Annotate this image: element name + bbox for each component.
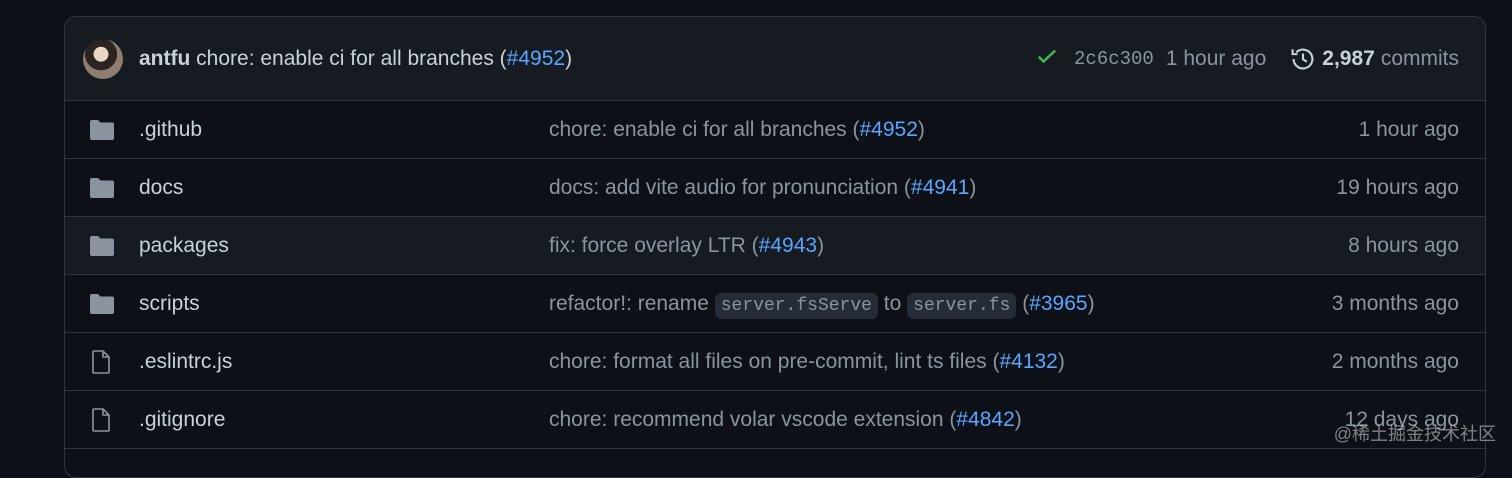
file-commit-message: refactor!: rename server.fsServe to serv… bbox=[549, 291, 1095, 319]
watermark: @稀土掘金技术社区 bbox=[1333, 424, 1496, 444]
file-row[interactable]: packages fix: force overlay LTR (#4943) … bbox=[65, 217, 1485, 275]
commit-message-end: ) bbox=[565, 46, 573, 70]
msg-end: ) bbox=[1014, 407, 1022, 431]
msg-text[interactable]: fix: force overlay LTR ( bbox=[549, 234, 759, 257]
file-name[interactable]: .eslintrc.js bbox=[139, 350, 232, 374]
avatar[interactable] bbox=[83, 38, 123, 79]
msg-text[interactable]: ( bbox=[1016, 292, 1029, 315]
file-icon bbox=[89, 349, 115, 374]
check-icon[interactable] bbox=[1036, 45, 1058, 73]
msg-end: ) bbox=[817, 233, 825, 257]
folder-icon bbox=[89, 177, 115, 199]
file-browser: antfu chore: enable ci for all branches … bbox=[64, 16, 1486, 478]
file-commit-message: chore: format all files on pre-commit, l… bbox=[549, 350, 1065, 374]
file-time: 2 months ago bbox=[1331, 349, 1459, 373]
file-time: 8 hours ago bbox=[1348, 233, 1459, 257]
inline-code[interactable]: server.fs bbox=[907, 292, 1017, 319]
msg-text[interactable]: refactor!: rename bbox=[549, 292, 715, 315]
folder-icon bbox=[89, 119, 115, 141]
latest-commit-message: antfu chore: enable ci for all branches … bbox=[139, 47, 572, 71]
msg-end: ) bbox=[917, 117, 925, 141]
file-name[interactable]: .github bbox=[139, 118, 202, 142]
history-icon[interactable] bbox=[1290, 46, 1316, 72]
commit-count[interactable]: 2,987 bbox=[1322, 47, 1375, 71]
commits-label[interactable]: commits bbox=[1381, 47, 1459, 71]
latest-commit-bar: antfu chore: enable ci for all branches … bbox=[65, 17, 1485, 101]
pr-link[interactable]: #3965 bbox=[1029, 292, 1087, 315]
inline-code[interactable]: server.fsServe bbox=[714, 292, 878, 319]
msg-end: ) bbox=[1057, 349, 1065, 373]
file-name[interactable]: scripts bbox=[139, 292, 200, 316]
msg-end: ) bbox=[969, 175, 977, 199]
file-row[interactable]: docs docs: add vite audio for pronunciat… bbox=[65, 159, 1485, 217]
file-icon bbox=[89, 407, 115, 432]
msg-text[interactable]: chore: format all files on pre-commit, l… bbox=[549, 350, 999, 373]
file-row[interactable]: .eslintrc.js chore: format all files on … bbox=[65, 333, 1485, 391]
file-time: 19 hours ago bbox=[1336, 175, 1459, 199]
pr-link[interactable]: #4943 bbox=[759, 234, 817, 257]
pr-link[interactable]: #4941 bbox=[911, 176, 969, 199]
file-commit-message: chore: recommend volar vscode extension … bbox=[549, 408, 1022, 432]
file-commit-message: chore: enable ci for all branches (#4952… bbox=[549, 118, 925, 142]
pr-link[interactable]: #4952 bbox=[860, 118, 918, 141]
file-time: 1 hour ago bbox=[1358, 117, 1459, 141]
file-name[interactable]: docs bbox=[139, 176, 183, 200]
file-commit-message: fix: force overlay LTR (#4943) bbox=[549, 234, 824, 258]
commit-pr-link[interactable]: #4952 bbox=[507, 47, 565, 70]
msg-text[interactable]: to bbox=[878, 292, 907, 315]
commit-time[interactable]: 1 hour ago bbox=[1166, 47, 1266, 71]
msg-text[interactable]: docs: add vite audio for pronunciation ( bbox=[549, 176, 911, 199]
pr-link[interactable]: #4842 bbox=[956, 408, 1014, 431]
msg-text[interactable]: chore: recommend volar vscode extension … bbox=[549, 408, 956, 431]
file-row[interactable]: .github chore: enable ci for all branche… bbox=[65, 101, 1485, 159]
file-commit-message: docs: add vite audio for pronunciation (… bbox=[549, 176, 976, 200]
msg-end: ) bbox=[1087, 291, 1095, 315]
file-row[interactable]: .gitignore chore: recommend volar vscode… bbox=[65, 391, 1485, 449]
pr-link[interactable]: #4132 bbox=[999, 350, 1057, 373]
msg-text[interactable]: chore: enable ci for all branches ( bbox=[549, 118, 860, 141]
commit-author[interactable]: antfu bbox=[139, 47, 190, 70]
commit-sha[interactable]: 2c6c300 bbox=[1074, 48, 1154, 70]
commit-message-text[interactable]: chore: enable ci for all branches ( bbox=[196, 47, 507, 70]
file-name[interactable]: .gitignore bbox=[139, 408, 225, 432]
folder-icon bbox=[89, 235, 115, 257]
file-name[interactable]: packages bbox=[139, 234, 229, 258]
folder-icon bbox=[89, 293, 115, 315]
file-row[interactable]: scripts refactor!: rename server.fsServe… bbox=[65, 275, 1485, 333]
file-time: 3 months ago bbox=[1331, 291, 1459, 315]
